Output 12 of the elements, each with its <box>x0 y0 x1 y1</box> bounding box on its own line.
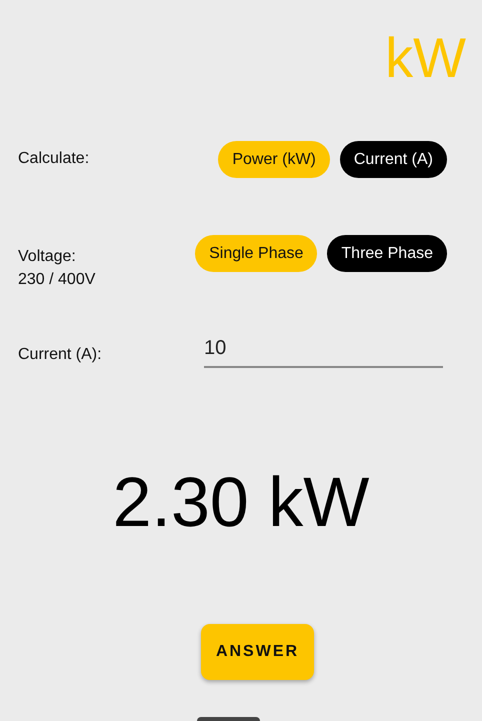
voltage-value: 230 / 400V <box>18 270 96 290</box>
voltage-label: Voltage: <box>18 247 77 267</box>
calculate-option[interactable]: Power (kW) <box>218 141 330 178</box>
result-value: 2.30 kW <box>112 462 370 542</box>
answer-button[interactable]: ANSWER <box>201 624 314 680</box>
calculate-label: Calculate: <box>18 150 90 167</box>
current-input-field[interactable]: 10 <box>204 333 443 368</box>
phase-option[interactable]: Single Phase <box>195 235 318 272</box>
current-label: Current (A): <box>18 346 102 363</box>
phase-option[interactable]: Three Phase <box>327 235 447 272</box>
calculate-option[interactable]: Current (A) <box>340 141 447 178</box>
app-title: kW <box>385 26 466 88</box>
